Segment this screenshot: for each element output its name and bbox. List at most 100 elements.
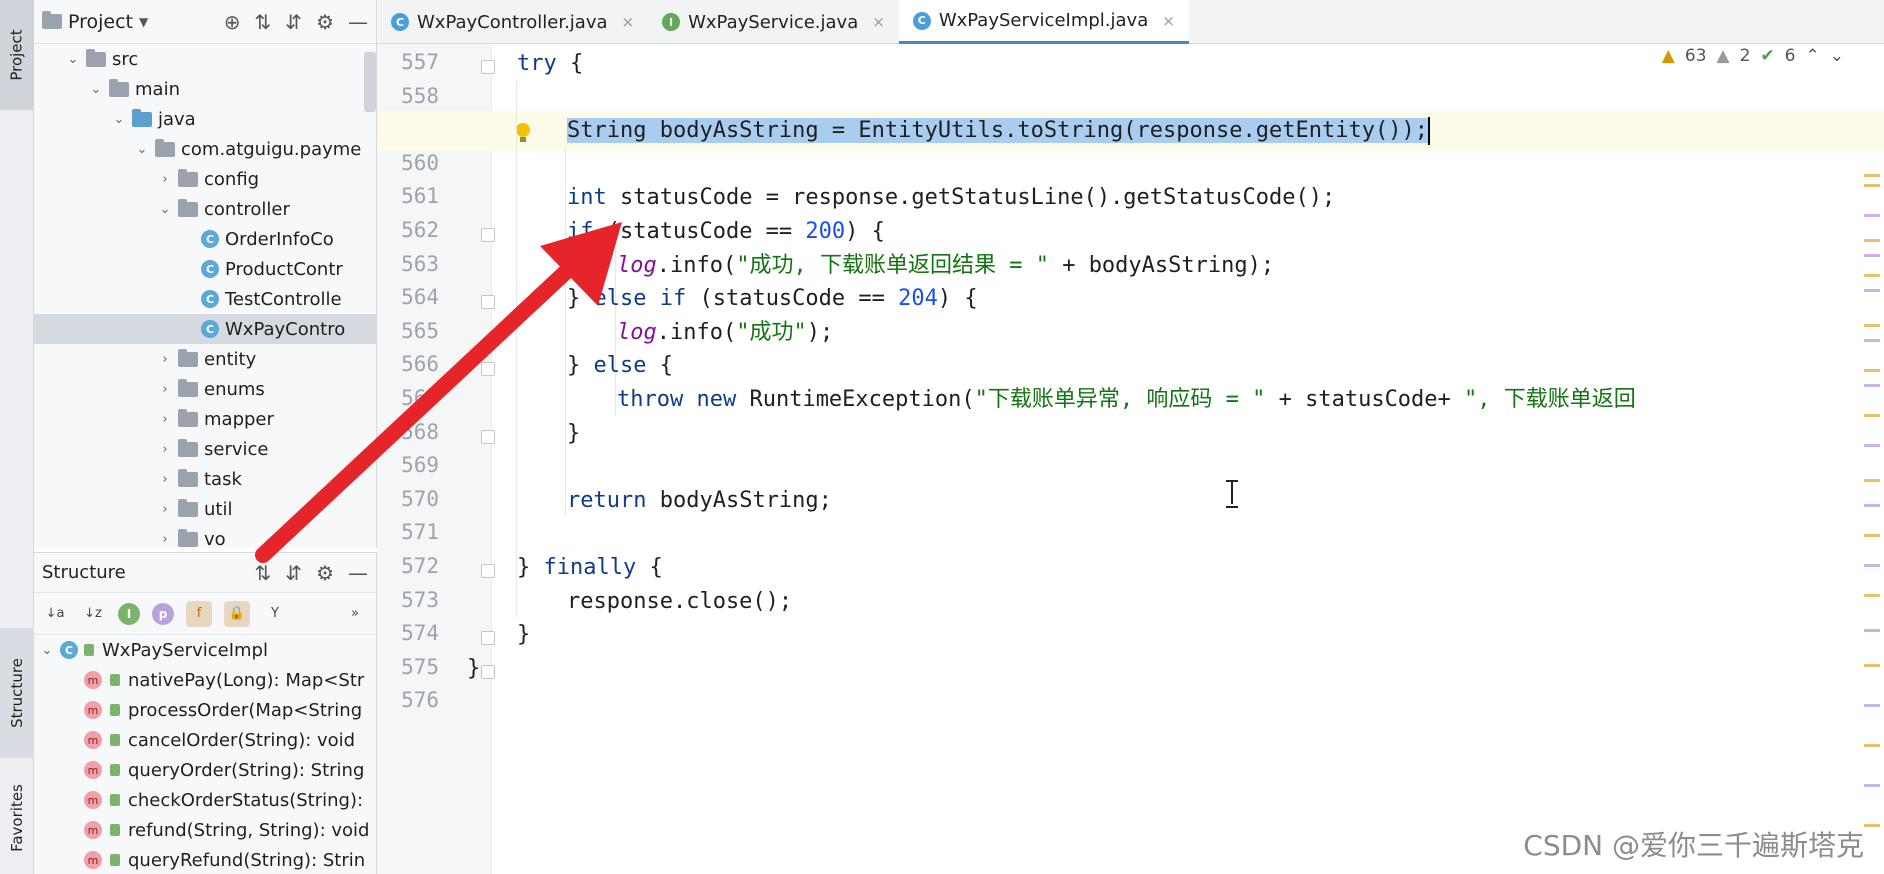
show-lambdas-icon[interactable]: Y (262, 601, 288, 627)
sort-alphabetically-icon[interactable]: ↓z (80, 601, 106, 627)
stripe-marker[interactable] (1864, 239, 1880, 242)
stripe-marker[interactable] (1864, 629, 1880, 632)
stripe-marker[interactable] (1864, 479, 1880, 482)
show-fields-icon[interactable]: f (186, 600, 212, 627)
project-tree-item[interactable]: ⌄ src (34, 44, 376, 74)
code-line[interactable]: return bodyAsString; (377, 481, 1884, 521)
stripe-marker[interactable] (1864, 744, 1880, 747)
project-tree-item[interactable]: C TestControlle (34, 284, 376, 314)
structure-method-item[interactable]: m refund(String, String): void (34, 815, 376, 845)
collapse-all-icon[interactable]: ⇵ (285, 10, 302, 34)
expand-all-icon[interactable]: ⇅ (255, 10, 272, 34)
structure-root[interactable]: ⌄ C WxPayServiceImpl (34, 635, 376, 665)
project-tool-tab[interactable]: Project (0, 0, 34, 110)
show-non-public-icon[interactable]: 🔒 (224, 600, 250, 627)
chevron-down-icon[interactable]: ⌄ (133, 142, 151, 157)
structure-method-item[interactable]: m processOrder(Map<String (34, 695, 376, 725)
project-tree-item[interactable]: › service (34, 434, 376, 464)
editor-tab[interactable]: C WxPayServiceImpl.java × (898, 0, 1189, 44)
stripe-marker[interactable] (1864, 274, 1880, 277)
stripe-marker[interactable] (1864, 784, 1880, 787)
sort-by-visibility-icon[interactable]: ↓a (42, 601, 68, 627)
gear-icon[interactable]: ⚙ (316, 10, 334, 34)
stripe-marker[interactable] (1864, 369, 1880, 372)
more-options-icon[interactable]: » (342, 601, 368, 627)
error-stripe[interactable] (1864, 84, 1880, 874)
stripe-marker[interactable] (1864, 324, 1880, 327)
close-icon[interactable]: × (1162, 12, 1175, 30)
structure-method-item[interactable]: m queryOrder(String): String (34, 755, 376, 785)
close-icon[interactable]: × (622, 13, 635, 31)
chevron-down-icon[interactable]: ⌄ (110, 112, 128, 127)
structure-method-item[interactable]: m queryRefund(String): Strin (34, 845, 376, 874)
chevron-down-icon[interactable]: ▼ (139, 15, 148, 29)
stripe-marker[interactable] (1864, 504, 1880, 507)
close-icon[interactable]: × (872, 13, 885, 31)
chevron-right-icon[interactable]: › (156, 532, 174, 547)
code-editor[interactable]: 5575585595605615625635645655665675685695… (377, 44, 1884, 874)
project-tree-item[interactable]: C ProductContr (34, 254, 376, 284)
editor-tab[interactable]: C WxPayController.java × (377, 0, 648, 44)
scrollbar-thumb[interactable] (364, 52, 376, 112)
stripe-marker[interactable] (1864, 384, 1880, 387)
collapse-all-icon[interactable]: ⇵ (285, 561, 302, 585)
stripe-marker[interactable] (1864, 339, 1880, 342)
inspection-widget[interactable]: ▲ 63 ▲ 2 ✔ 6 ⌃ ⌄ (1662, 46, 1844, 66)
stripe-marker[interactable] (1864, 184, 1880, 187)
chevron-down-icon[interactable]: ⌄ (64, 52, 82, 67)
project-tree-item[interactable]: C WxPayContro (34, 314, 376, 344)
gear-icon[interactable]: ⚙ (316, 561, 334, 585)
hide-panel-icon[interactable]: — (348, 561, 368, 585)
project-tree-item[interactable]: › task (34, 464, 376, 494)
chevron-right-icon[interactable]: › (156, 442, 174, 457)
structure-method-item[interactable]: m cancelOrder(String): void (34, 725, 376, 755)
project-tree-item[interactable]: C OrderInfoCo (34, 224, 376, 254)
code-line[interactable]: String bodyAsString = EntityUtils.toStri… (377, 111, 1884, 151)
chevron-right-icon[interactable]: › (156, 352, 174, 367)
expand-all-icon[interactable]: ⇅ (255, 561, 272, 585)
project-tree-item[interactable]: ⌄ java (34, 104, 376, 134)
chevron-down-icon[interactable]: ⌄ (87, 82, 105, 97)
chevron-right-icon[interactable]: › (156, 412, 174, 427)
project-tree-item[interactable]: ⌄ main (34, 74, 376, 104)
stripe-marker[interactable] (1864, 664, 1880, 667)
stripe-marker[interactable] (1864, 254, 1880, 257)
chevron-right-icon[interactable]: › (156, 382, 174, 397)
structure-tool-tab[interactable]: Structure (0, 628, 34, 758)
stripe-marker[interactable] (1864, 174, 1880, 177)
stripe-marker[interactable] (1864, 289, 1880, 292)
editor-tab[interactable]: I WxPayService.java × (648, 0, 899, 44)
show-properties-icon[interactable]: p (152, 602, 174, 625)
chevron-right-icon[interactable]: › (156, 502, 174, 517)
stripe-marker[interactable] (1864, 564, 1880, 567)
locate-icon[interactable]: ⊕ (224, 10, 241, 34)
stripe-marker[interactable] (1864, 214, 1880, 217)
project-tree-item[interactable]: › enums (34, 374, 376, 404)
chevron-right-icon[interactable]: › (156, 172, 174, 187)
chevron-down-icon[interactable]: ⌄ (1830, 46, 1844, 66)
project-tree-item[interactable]: › util (34, 494, 376, 524)
chevron-right-icon[interactable]: › (156, 472, 174, 487)
structure-method-item[interactable]: m nativePay(Long): Map<Str (34, 665, 376, 695)
project-tree-item[interactable]: › vo (34, 524, 376, 548)
chevron-down-icon[interactable]: ⌄ (156, 202, 174, 217)
stripe-marker[interactable] (1864, 704, 1880, 707)
project-tree-item[interactable]: › mapper (34, 404, 376, 434)
stripe-marker[interactable] (1864, 594, 1880, 597)
structure-method-item[interactable]: m checkOrderStatus(String): (34, 785, 376, 815)
chevron-down-icon[interactable]: ⌄ (38, 643, 56, 658)
project-tree-item[interactable]: › entity (34, 344, 376, 374)
favorites-tool-tab[interactable]: Favorites (0, 762, 34, 874)
project-tree-item[interactable]: ⌄ controller (34, 194, 376, 224)
stripe-marker[interactable] (1864, 534, 1880, 537)
chevron-up-icon[interactable]: ⌃ (1806, 46, 1820, 66)
code-line[interactable]: try { (377, 44, 1884, 84)
project-view-selector[interactable]: Project (68, 11, 133, 33)
show-inherited-icon[interactable]: I (118, 602, 140, 625)
project-tree-item[interactable]: › config (34, 164, 376, 194)
stripe-marker[interactable] (1864, 824, 1880, 827)
stripe-marker[interactable] (1864, 444, 1880, 447)
code-line[interactable]: } (377, 649, 1884, 689)
code-line[interactable]: } (377, 414, 1884, 454)
hide-panel-icon[interactable]: — (348, 10, 368, 34)
